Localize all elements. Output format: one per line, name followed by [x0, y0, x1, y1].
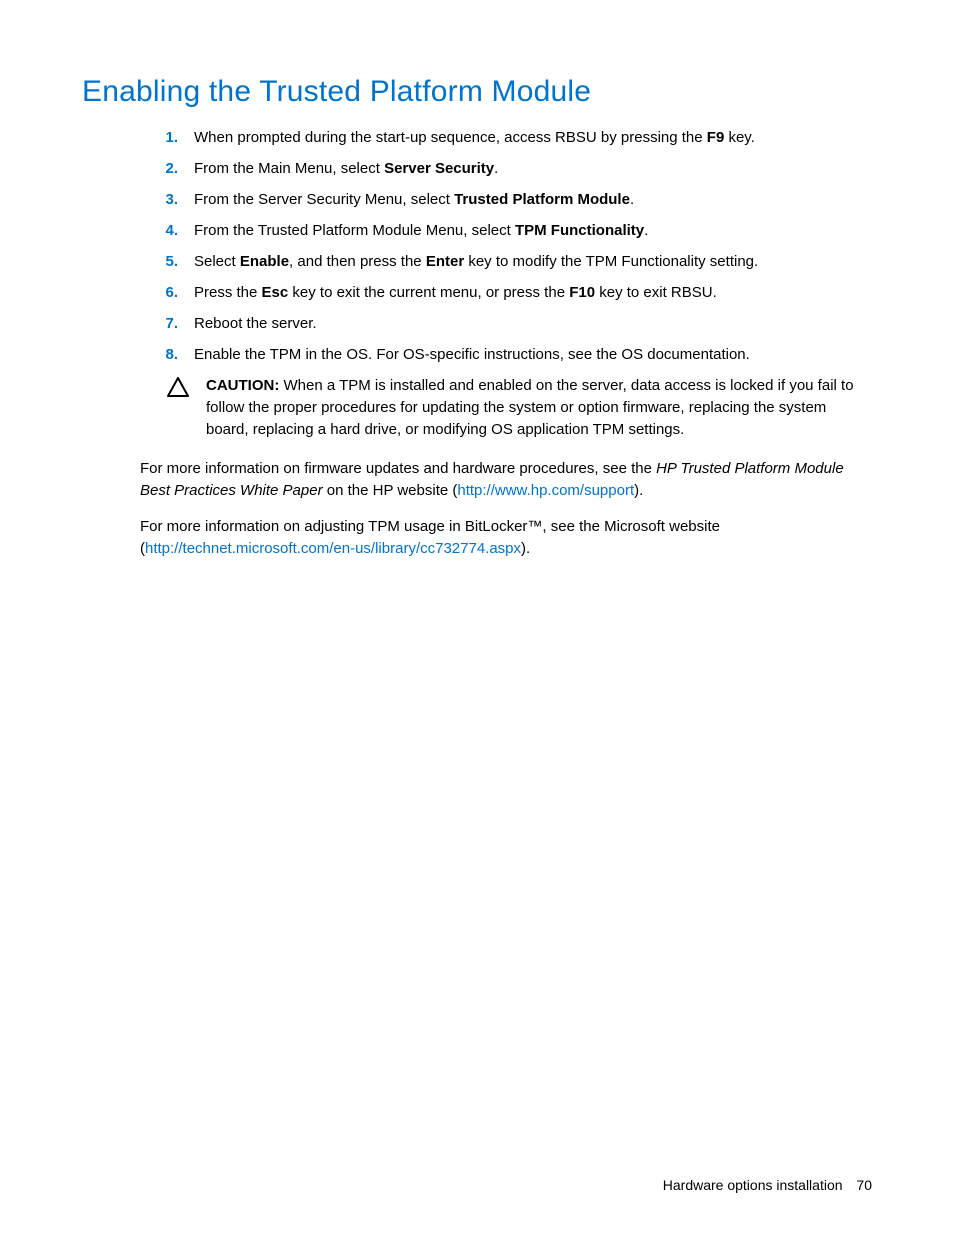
caution-body: When a TPM is installed and enabled on t…: [206, 377, 854, 438]
page-title: Enabling the Trusted Platform Module: [82, 75, 872, 109]
footer-page-number: 70: [856, 1177, 872, 1193]
step-text: , and then press the: [289, 253, 426, 270]
step-bold: Server Security: [384, 160, 494, 177]
step-text: From the Trusted Platform Module Menu, s…: [194, 222, 515, 239]
step-text: When prompted during the start-up sequen…: [194, 129, 707, 146]
step-bold: F9: [707, 129, 725, 146]
step-number: 5.: [154, 251, 178, 272]
step-item: 1. When prompted during the start-up seq…: [154, 127, 872, 148]
step-text: Select: [194, 253, 240, 270]
step-bold: F10: [569, 284, 595, 301]
step-number: 3.: [154, 189, 178, 210]
page-footer: Hardware options installation 70: [663, 1177, 872, 1193]
step-text: From the Server Security Menu, select: [194, 191, 454, 208]
step-item: 4. From the Trusted Platform Module Menu…: [154, 220, 872, 241]
steps-list: 1. When prompted during the start-up seq…: [154, 127, 872, 365]
step-item: 6. Press the Esc key to exit the current…: [154, 282, 872, 303]
step-text: Enable the TPM in the OS. For OS-specifi…: [194, 346, 750, 363]
step-item: 7. Reboot the server.: [154, 313, 872, 334]
step-text: .: [644, 222, 648, 239]
step-number: 2.: [154, 158, 178, 179]
caution-icon: [166, 375, 194, 440]
caution-label: CAUTION:: [206, 377, 279, 394]
step-bold: Trusted Platform Module: [454, 191, 630, 208]
step-number: 7.: [154, 313, 178, 334]
step-text: key.: [724, 129, 755, 146]
step-bold: Esc: [262, 284, 289, 301]
info-paragraph: For more information on firmware updates…: [140, 458, 872, 502]
step-text: .: [630, 191, 634, 208]
hp-support-link[interactable]: http://www.hp.com/support: [457, 482, 634, 499]
step-number: 8.: [154, 344, 178, 365]
caution-block: CAUTION: When a TPM is installed and ena…: [166, 375, 872, 440]
step-text: key to modify the TPM Functionality sett…: [464, 253, 758, 270]
step-item: 2. From the Main Menu, select Server Sec…: [154, 158, 872, 179]
caution-text: CAUTION: When a TPM is installed and ena…: [194, 375, 872, 440]
info-paragraph: For more information on adjusting TPM us…: [140, 516, 872, 560]
step-text: key to exit the current menu, or press t…: [288, 284, 569, 301]
step-number: 6.: [154, 282, 178, 303]
step-text: key to exit RBSU.: [595, 284, 717, 301]
step-bold: TPM Functionality: [515, 222, 644, 239]
step-number: 1.: [154, 127, 178, 148]
microsoft-technet-link[interactable]: http://technet.microsoft.com/en-us/libra…: [145, 540, 521, 557]
para-text: ).: [521, 540, 530, 557]
step-item: 3. From the Server Security Menu, select…: [154, 189, 872, 210]
step-bold: Enter: [426, 253, 464, 270]
step-text: From the Main Menu, select: [194, 160, 384, 177]
step-text: Press the: [194, 284, 262, 301]
step-number: 4.: [154, 220, 178, 241]
step-bold: Enable: [240, 253, 289, 270]
para-text: For more information on firmware updates…: [140, 460, 656, 477]
para-text: ).: [634, 482, 643, 499]
footer-section: Hardware options installation: [663, 1177, 843, 1193]
step-item: 8. Enable the TPM in the OS. For OS-spec…: [154, 344, 872, 365]
step-item: 5. Select Enable, and then press the Ent…: [154, 251, 872, 272]
step-text: Reboot the server.: [194, 315, 317, 332]
para-text: on the HP website (: [323, 482, 458, 499]
step-text: .: [494, 160, 498, 177]
